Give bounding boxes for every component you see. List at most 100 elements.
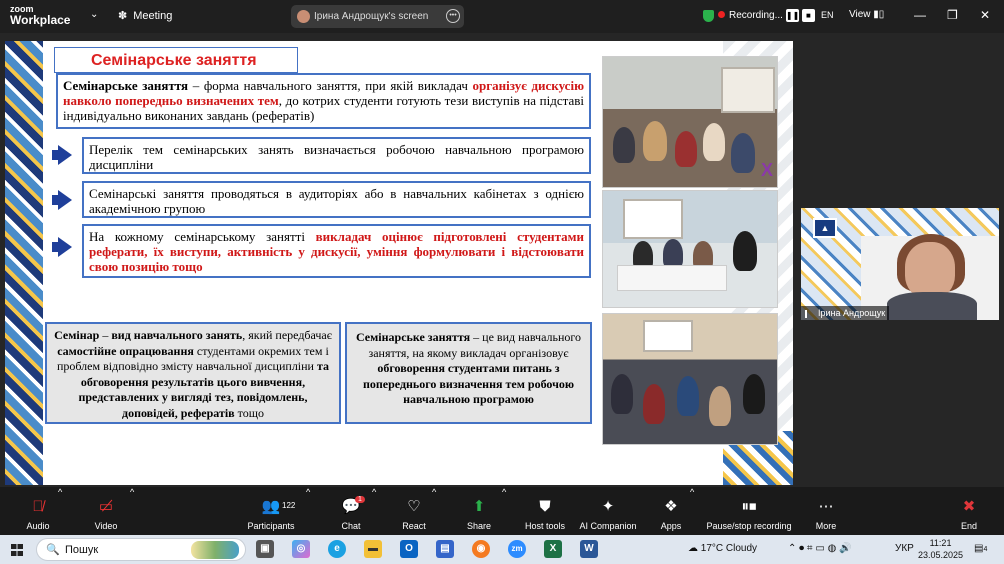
language-indicator[interactable]: EN	[821, 10, 834, 20]
audio-button[interactable]: 🎙̸ Audio	[20, 487, 56, 535]
restore-button[interactable]: ❐	[947, 8, 958, 22]
outlook-icon[interactable]: O	[400, 540, 418, 558]
definition-box: Семінарське заняття – форма навчального …	[56, 73, 591, 129]
more-options-icon[interactable]: •••	[446, 9, 460, 23]
taskbar-search-box[interactable]: 🔍 Пошук	[36, 538, 246, 561]
meeting-menu[interactable]: ✽ Meeting	[118, 9, 172, 22]
search-icon: 🔍	[46, 544, 60, 556]
avatar	[297, 10, 310, 23]
clock-time: 11:21	[929, 538, 952, 548]
host-tools-button[interactable]: ⛊ Host tools	[522, 487, 568, 535]
video-button[interactable]: ▭̸ Video	[88, 487, 124, 535]
chat-label: Chat	[341, 521, 361, 531]
view-menu[interactable]: View ▮▯	[849, 9, 884, 20]
video-options-chevron-icon[interactable]: ^	[130, 487, 134, 535]
ai-companion-label: AI Companion	[579, 521, 637, 531]
share-options-chevron-icon[interactable]: ^	[502, 487, 506, 535]
windows-start-icon[interactable]	[11, 544, 23, 556]
audio-options-chevron-icon[interactable]: ^	[58, 487, 62, 535]
task-view-icon[interactable]: ▣	[256, 540, 274, 558]
react-button[interactable]: ♡ React	[398, 487, 430, 535]
cloud-icon: ☁	[688, 543, 698, 554]
zoom-title-bar: zoom Workplace ⌄ ✽ Meeting Ірина Андрощук…	[0, 0, 1004, 33]
share-button[interactable]: ⬆ Share	[464, 487, 494, 535]
minimize-button[interactable]: —	[914, 8, 926, 22]
pause-stop-icon: ⏸⏹	[741, 498, 757, 515]
zoom-app-icon[interactable]: zm	[508, 540, 526, 558]
save-disk-icon[interactable]: ▤	[436, 540, 454, 558]
chevron-down-icon[interactable]: ⌄	[90, 9, 98, 20]
whiteboard	[623, 199, 683, 239]
signal-bars-icon	[805, 309, 815, 318]
sparkle-icon: ✦	[601, 498, 615, 515]
pause-recording-button[interactable]: ❚❚	[785, 9, 799, 22]
definition-text1: – форма навчального заняття, при якій ви…	[188, 78, 473, 93]
more-button[interactable]: ⋯ More	[812, 487, 840, 535]
box-text: , який передбачає	[242, 328, 332, 342]
logo-line2: Workplace	[10, 13, 71, 27]
meeting-controls: 🎙̸ Audio ^ ▭̸ Video ^ 👥 Participants 122 ^ …	[0, 487, 1004, 535]
file-explorer-icon[interactable]: ▬	[364, 540, 382, 558]
chat-unread-badge: 1	[355, 496, 365, 503]
person	[733, 231, 757, 271]
point-box-1: Перелік тем семінарських занять визначає…	[82, 137, 591, 174]
edge-browser-icon[interactable]: e	[328, 540, 346, 558]
apps-label: Apps	[660, 521, 682, 531]
participants-options-chevron-icon[interactable]: ^	[306, 487, 310, 535]
box-text: Семінар	[54, 328, 100, 342]
paw-icon: ✽	[118, 10, 128, 22]
box-text: –	[99, 328, 112, 342]
point-text: Перелік тем семінарських занять визначає…	[89, 142, 584, 172]
firefox-icon[interactable]: ◉	[472, 540, 490, 558]
close-window-button[interactable]: ✕	[980, 8, 990, 22]
taskbar-clock[interactable]: 11:21 23.05.2025	[918, 537, 963, 561]
recording-status[interactable]: Recording... ❚❚ ■	[703, 9, 815, 22]
box-text: тощо	[234, 405, 264, 420]
video-off-icon: ▭̸	[98, 498, 114, 515]
chat-options-chevron-icon[interactable]: ^	[372, 487, 376, 535]
seminar-class-definition-box: Семінарське заняття – це вид навчального…	[345, 322, 592, 424]
word-icon[interactable]: W	[580, 540, 598, 558]
recording-label: Recording...	[729, 10, 783, 22]
notifications-icon[interactable]: ▤4	[974, 543, 987, 554]
university-logo-icon: ▲	[813, 218, 837, 238]
zoom-workplace-logo[interactable]: zoom Workplace	[10, 4, 70, 26]
pause-stop-recording-button[interactable]: ⏸⏹ Pause/stop recording	[706, 487, 792, 535]
ai-companion-button[interactable]: ✦ AI Companion	[578, 487, 638, 535]
react-options-chevron-icon[interactable]: ^	[432, 487, 436, 535]
tray-icons[interactable]: ⌃ ⏺ ⌗ ▭ ◍ 🔊	[788, 543, 852, 554]
classroom-photo-1: X	[602, 56, 778, 188]
shield-icon: ⛊	[539, 498, 551, 515]
stop-recording-button[interactable]: ■	[801, 9, 815, 22]
share-label: Share	[466, 521, 492, 531]
search-highlight-art	[191, 541, 239, 559]
participant-face	[905, 242, 955, 298]
participant-body	[887, 292, 977, 320]
slide-title: Семінарське заняття	[54, 47, 298, 73]
projector-screen	[721, 67, 775, 113]
presentation-slide: Семінарське заняття Семінарське заняття …	[5, 41, 793, 485]
apps-button[interactable]: ❖ Apps	[657, 487, 685, 535]
search-placeholder: Пошук	[65, 544, 99, 556]
weather-widget[interactable]: ☁ 17°C Cloudy	[688, 543, 757, 554]
screen-share-indicator[interactable]: Ірина Андрощук's screen •••	[291, 5, 464, 28]
table	[617, 265, 727, 291]
end-x-icon: ✖	[962, 498, 976, 515]
excel-icon[interactable]: X	[544, 540, 562, 558]
point-text: На кожному семінарському занятті	[89, 229, 316, 244]
more-label: More	[815, 521, 837, 531]
participants-button[interactable]: 👥 Participants	[244, 487, 298, 535]
copilot-icon[interactable]: ◎	[292, 540, 310, 558]
box-text: обговорення студентами питань з попередн…	[362, 361, 575, 406]
video-label: Video	[94, 521, 118, 531]
end-meeting-button[interactable]: ✖ End	[955, 487, 983, 535]
participants-label: Participants	[247, 521, 295, 531]
box-text: Семінарське заняття	[355, 330, 471, 344]
keyboard-language[interactable]: УКР	[895, 543, 914, 554]
point-box-3: На кожному семінарському занятті виклада…	[82, 224, 591, 278]
muted-mic-icon: 🎙̸	[32, 498, 44, 515]
participant-video-tile[interactable]: ▲ Ірина Андрощук	[801, 208, 999, 320]
chat-button[interactable]: 💬 Chat	[334, 487, 368, 535]
clock-date: 23.05.2025	[918, 550, 964, 560]
apps-options-chevron-icon[interactable]: ^	[690, 487, 694, 535]
